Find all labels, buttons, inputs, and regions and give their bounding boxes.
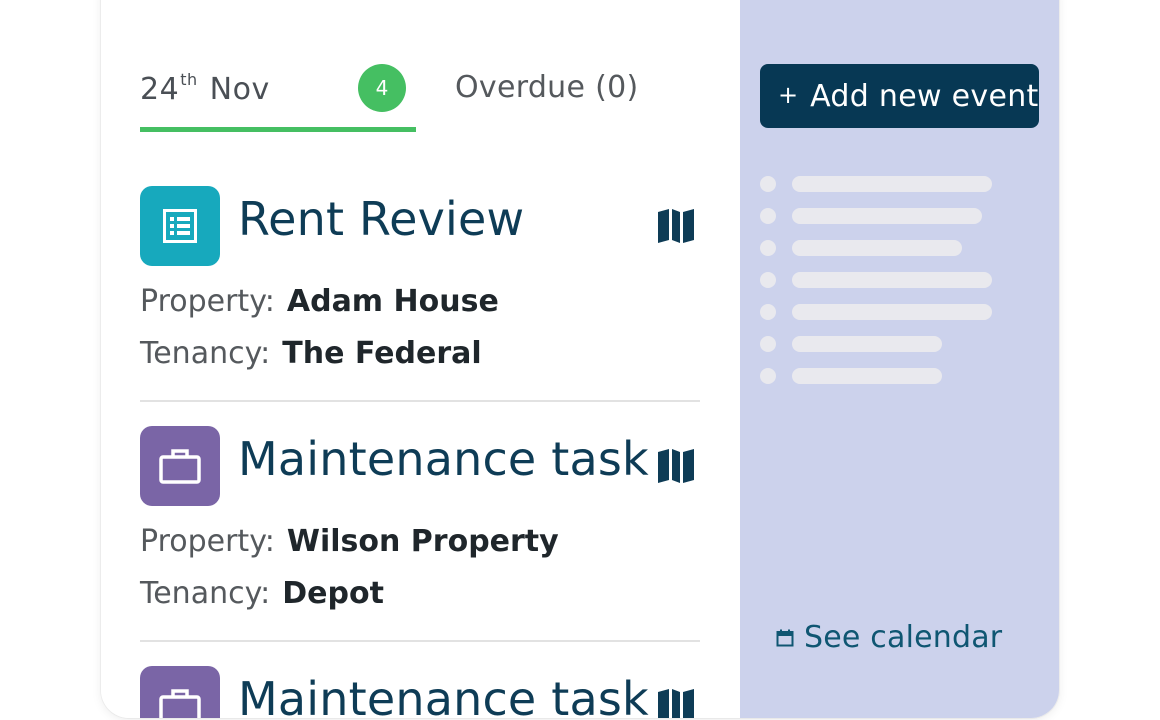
tenancy-row: Tenancy: The Federal — [140, 336, 482, 371]
events-card: 24th Nov 4 Overdue (0) Rent Review Prope… — [101, 0, 1059, 718]
divider — [140, 400, 700, 402]
event-title: Maintenance task — [238, 432, 649, 486]
event-type-tile — [140, 426, 220, 506]
see-calendar-link[interactable]: See calendar — [776, 620, 1002, 655]
tenancy-value: The Federal — [282, 336, 482, 371]
event-title: Rent Review — [238, 192, 525, 246]
sidebar-panel: + Add new event See calendar — [740, 0, 1059, 718]
property-row: Property: Wilson Property — [140, 524, 559, 559]
briefcase-icon — [159, 689, 201, 718]
map-icon[interactable] — [656, 208, 696, 244]
tab-today[interactable]: 24th Nov 4 — [140, 64, 416, 132]
property-value: Adam House — [286, 284, 499, 319]
property-value: Wilson Property — [286, 524, 559, 559]
event-type-tile — [140, 666, 220, 718]
tab-today-label: 24th Nov — [140, 70, 270, 107]
map-icon[interactable] — [656, 448, 696, 484]
event-type-tile — [140, 186, 220, 266]
document-list-icon — [163, 209, 197, 243]
event-title: Maintenance task — [238, 672, 649, 718]
event-count-badge: 4 — [358, 64, 406, 112]
map-icon[interactable] — [656, 688, 696, 718]
event-item[interactable]: Rent Review Property: Adam House Tenancy:… — [140, 186, 700, 386]
events-list-panel: 24th Nov 4 Overdue (0) Rent Review Prope… — [101, 0, 740, 718]
plus-icon: + — [778, 81, 799, 109]
tenancy-row: Tenancy: Depot — [140, 576, 384, 611]
add-new-event-button[interactable]: + Add new event — [760, 64, 1039, 128]
add-new-event-label: Add new event — [810, 78, 1039, 114]
property-row: Property: Adam House — [140, 284, 499, 319]
see-calendar-label: See calendar — [804, 620, 1003, 655]
tenancy-value: Depot — [282, 576, 384, 611]
briefcase-icon — [159, 449, 201, 484]
event-item[interactable]: Maintenance task — [140, 666, 700, 718]
event-item[interactable]: Maintenance task Property: Wilson Propert… — [140, 426, 700, 626]
calendar-icon — [776, 629, 794, 646]
tab-overdue[interactable]: Overdue (0) — [455, 70, 638, 105]
divider — [140, 640, 700, 642]
